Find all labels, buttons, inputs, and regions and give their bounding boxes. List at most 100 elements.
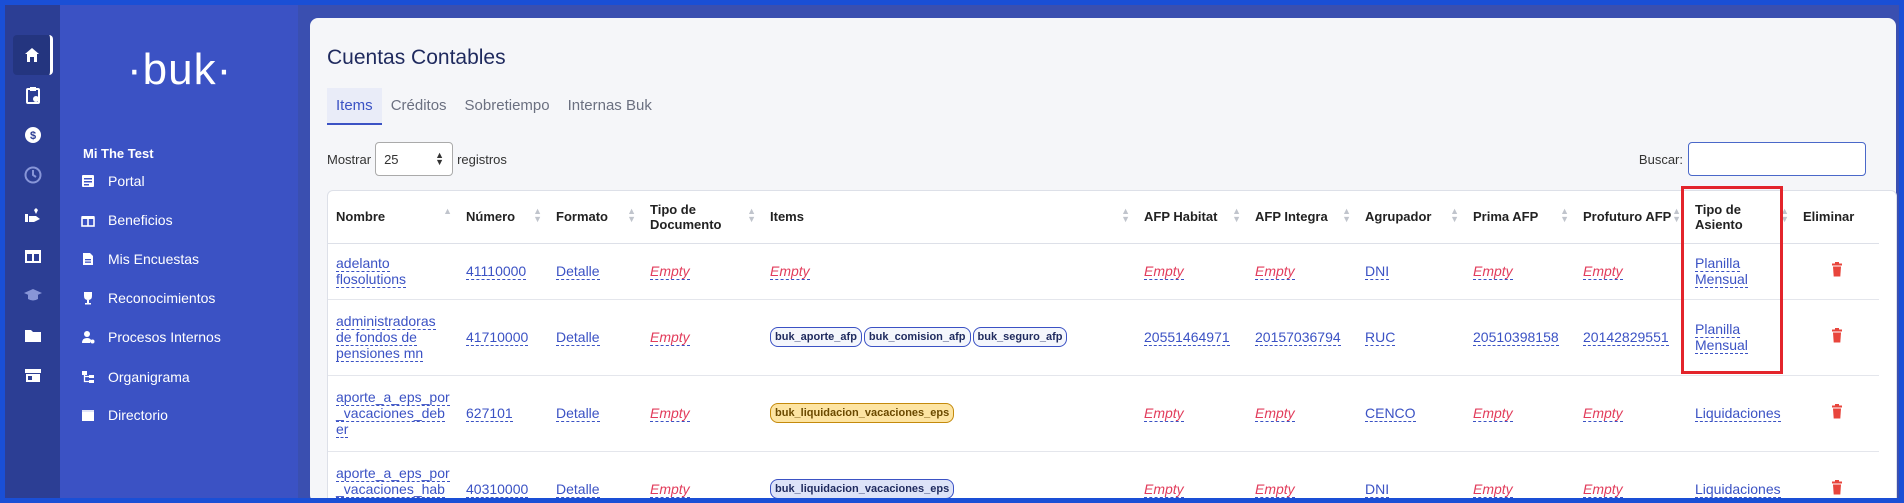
sidebar-item-organigrama[interactable]: Organigrama [80,369,190,385]
sidebar-item-mis-encuestas[interactable]: Mis Encuestas [80,251,199,267]
column-header-profuturo-afp[interactable]: Profuturo AFP ▲ ▼ [1575,191,1687,244]
sort-icon: ▲ ▼ [1450,206,1459,224]
cell-profuturo-afp[interactable]: Empty [1575,243,1687,300]
cell-afp-habitat[interactable]: Empty [1136,243,1247,300]
cell-numero[interactable]: 627101 [458,375,548,452]
cell-tipo-documento[interactable]: Empty [642,375,762,452]
sidebar-item-beneficios[interactable]: Beneficios [80,212,173,228]
sidebar-item-directorio[interactable]: Directorio [80,407,168,423]
folder-icon[interactable] [13,315,53,355]
sidebar-item-label: Beneficios [108,212,173,228]
cell-profuturo-afp[interactable]: 20142829551 [1575,299,1687,376]
cell-nombre[interactable]: aporte_a_eps_por_vacaciones_habe [328,451,458,498]
trash-icon[interactable] [1831,328,1843,346]
trophy-icon [80,290,96,306]
cell-eliminar [1795,451,1879,498]
item-badge: buk_aporte_afp [770,327,862,347]
cell-afp-habitat[interactable]: Empty [1136,451,1247,498]
graduation-icon[interactable] [13,275,53,315]
column-header-prima-afp[interactable]: Prima AFP ▲ ▼ [1465,191,1575,244]
gift-icon [80,212,96,228]
table-row: aporte_a_eps_por_vacaciones_habe 4031000… [328,451,1879,498]
highlight-box [1681,186,1783,374]
store-icon[interactable] [13,355,53,395]
cell-items[interactable]: buk_liquidacion_vacaciones_eps [762,451,1136,498]
cell-prima-afp[interactable]: Empty [1465,451,1575,498]
cell-prima-afp[interactable]: Empty [1465,375,1575,452]
cell-prima-afp[interactable]: Empty [1465,243,1575,300]
cell-agrupador[interactable]: RUC [1357,299,1465,376]
dollar-icon[interactable]: $ [13,115,53,155]
main-content: Cuentas Contables Items Créditos Sobreti… [310,18,1897,498]
column-header-afp-habitat[interactable]: AFP Habitat ▲ ▼ [1136,191,1247,244]
cell-formato[interactable]: Detalle [548,243,642,300]
cell-afp-integra[interactable]: Empty [1247,375,1357,452]
column-header-eliminar: Eliminar [1795,191,1879,244]
cell-tipo-documento[interactable]: Empty [642,243,762,300]
cell-numero[interactable]: 41710000 [458,299,548,376]
cell-tipo-asiento[interactable]: Liquidaciones [1687,375,1795,452]
cell-formato[interactable]: Detalle [548,375,642,452]
cell-formato[interactable]: Detalle [548,451,642,498]
cell-profuturo-afp[interactable]: Empty [1575,375,1687,452]
cell-agrupador[interactable]: DNI [1357,243,1465,300]
clock-icon[interactable] [13,155,53,195]
trash-icon[interactable] [1831,404,1843,422]
column-header-nombre[interactable]: Nombre ▲ [328,191,458,244]
sidebar-item-reconocimientos[interactable]: Reconocimientos [80,290,215,306]
clipboard-icon[interactable] [13,75,53,115]
column-header-numero[interactable]: Número ▲ ▼ [458,191,548,244]
column-header-agrupador[interactable]: Agrupador ▲ ▼ [1357,191,1465,244]
cell-afp-integra[interactable]: 20157036794 [1247,299,1357,376]
sidebar-item-procesos-internos[interactable]: Procesos Internos [80,329,221,345]
cell-items[interactable]: buk_aporte_afp buk_comision_afp buk_seguro… [762,299,1136,376]
sort-icon: ▲ ▼ [747,206,756,224]
table-header-row: Nombre ▲ Número ▲ ▼ Formato ▲ ▼ Tipo de Docum… [328,191,1879,244]
hand-heart-icon[interactable] [13,195,53,235]
document-icon [80,251,96,267]
column-header-items[interactable]: Items ▲ ▼ [762,191,1136,244]
tab-creditos[interactable]: Créditos [382,88,456,125]
cell-afp-habitat[interactable]: Empty [1136,375,1247,452]
gift-icon[interactable] [13,235,53,275]
cell-tipo-documento[interactable]: Empty [642,451,762,498]
page-length-control: Mostrar 25 ▲ ▼ registros [327,142,507,176]
column-header-tipo-documento[interactable]: Tipo de Documento ▲ ▼ [642,191,762,244]
cell-nombre[interactable]: administradoras de fondos de pensiones m… [328,299,458,376]
sidebar-item-label: Reconocimientos [108,290,216,306]
select-arrows-icon: ▲ ▼ [435,150,445,167]
cell-items[interactable]: Empty [762,243,1136,300]
cell-nombre[interactable]: adelanto flosolutions [328,243,458,300]
cell-tipo-asiento[interactable]: Liquidaciones [1687,451,1795,498]
sort-icon: ▲ ▼ [1121,206,1130,224]
trash-icon[interactable] [1831,262,1843,280]
tab-items[interactable]: Items [327,88,382,125]
cell-items[interactable]: buk_liquidacion_vacaciones_eps [762,375,1136,452]
cell-nombre[interactable]: aporte_a_eps_por_vacaciones_deber [328,375,458,452]
cell-agrupador[interactable]: DNI [1357,451,1465,498]
cell-numero[interactable]: 41110000 [458,243,548,300]
home-icon[interactable] [13,35,53,75]
page-length-select[interactable]: 25 ▲ ▼ [375,142,454,176]
column-header-formato[interactable]: Formato ▲ ▼ [548,191,642,244]
column-header-afp-integra[interactable]: AFP Integra ▲ ▼ [1247,191,1357,244]
cell-agrupador[interactable]: CENCO [1357,375,1465,452]
cell-afp-integra[interactable]: Empty [1247,451,1357,498]
cell-afp-habitat[interactable]: 20551464971 [1136,299,1247,376]
search-label: Buscar: [1638,151,1683,167]
buk-logo[interactable]: ·buk· [127,45,232,95]
tab-sobretiempo[interactable]: Sobretiempo [456,88,559,125]
sidebar-item-portal[interactable]: Portal [80,173,145,189]
tab-internas-buk[interactable]: Internas Buk [559,88,661,125]
cell-prima-afp[interactable]: 20510398158 [1465,299,1575,376]
svg-text:$: $ [30,130,36,142]
item-badge: buk_liquidacion_vacaciones_eps [770,403,955,423]
cell-profuturo-afp[interactable]: Empty [1575,451,1687,498]
cell-numero[interactable]: 40310000 [458,451,548,498]
cell-formato[interactable]: Detalle [548,299,642,376]
search-input[interactable] [1688,142,1866,176]
sidebar-item-label: Procesos Internos [108,329,221,345]
trash-icon[interactable] [1831,480,1843,498]
cell-afp-integra[interactable]: Empty [1247,243,1357,300]
cell-tipo-documento[interactable]: Empty [642,299,762,376]
